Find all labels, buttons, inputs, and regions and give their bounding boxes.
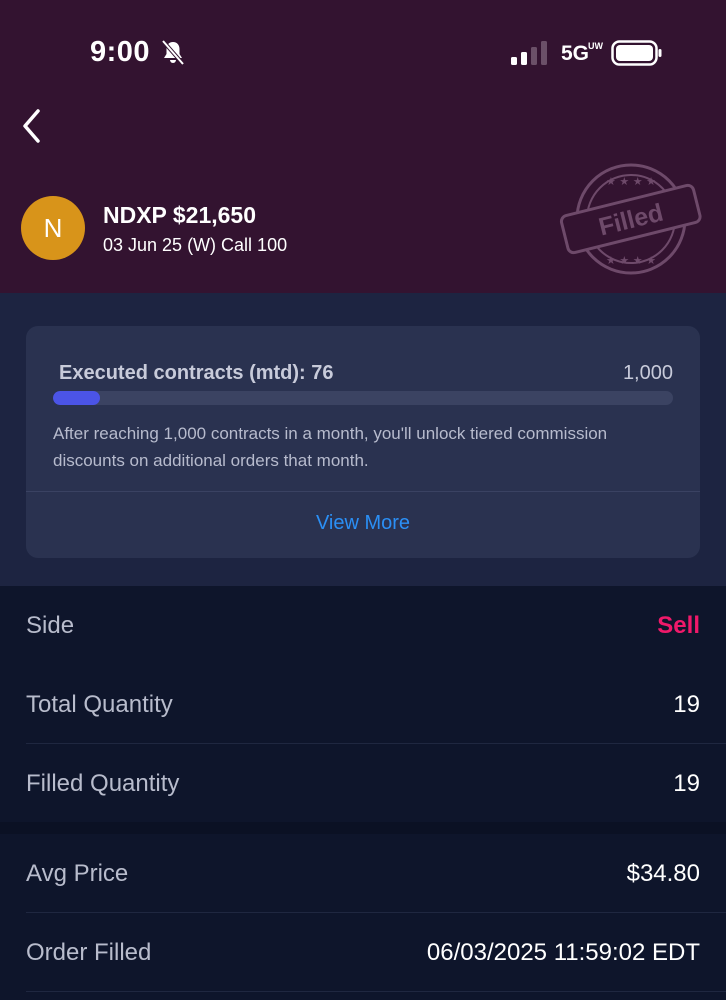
- filled-stamp-icon: ★ ★ ★ ★ ★ ★ ★ ★ Filled: [559, 163, 702, 275]
- fill-details-group: Avg Price $34.80 Order Filled 06/03/2025…: [0, 834, 726, 1000]
- chevron-left-icon[interactable]: [20, 106, 46, 146]
- detail-label: Avg Price: [26, 859, 129, 887]
- divider: [26, 491, 700, 492]
- svg-text:★ ★ ★ ★: ★ ★ ★ ★: [606, 254, 656, 267]
- ticker-title: NDXP $21,650: [103, 202, 257, 228]
- detail-label: Total Quantity: [26, 690, 173, 718]
- commission-progress-card: Executed contracts (mtd): 76 1,000 After…: [26, 326, 700, 558]
- progress-track: [53, 391, 673, 405]
- order-details-group: Side Sell Total Quantity 19 Filled Quant…: [0, 586, 726, 822]
- detail-value: 19: [673, 769, 700, 797]
- bell-slash-icon: [161, 39, 185, 66]
- commission-progress-section: Executed contracts (mtd): 76 1,000 After…: [0, 293, 726, 586]
- side-value: Sell: [657, 611, 700, 639]
- section-gap: [0, 822, 726, 834]
- network-label: 5G: [561, 42, 590, 65]
- view-more-link[interactable]: View More: [26, 512, 700, 535]
- order-header: 9:00 5G UW N NDXP $21,650 03 Jun 25 (W) …: [0, 0, 726, 293]
- status-time: 9:00: [90, 36, 151, 68]
- detail-row-total-quantity: Total Quantity 19: [26, 665, 700, 744]
- detail-row-filled-quantity: Filled Quantity 19: [26, 744, 700, 823]
- svg-text:★ ★ ★ ★: ★ ★ ★ ★: [606, 175, 656, 188]
- commission-description: After reaching 1,000 contracts in a mont…: [53, 424, 608, 470]
- detail-label: Filled Quantity: [26, 769, 180, 797]
- battery-icon: [611, 40, 662, 66]
- detail-value: 19: [673, 690, 700, 718]
- contract-subtitle: 03 Jun 25 (W) Call 100: [103, 235, 288, 255]
- detail-row-order-filled: Order Filled 06/03/2025 11:59:02 EDT: [26, 913, 700, 992]
- progress-fill: [53, 391, 101, 405]
- avatar: N: [21, 196, 85, 260]
- detail-value: 06/03/2025 11:59:02 EDT: [426, 938, 700, 966]
- network-sub-label: UW: [588, 41, 603, 51]
- detail-label: Side: [26, 611, 75, 639]
- detail-value: $34.80: [626, 859, 700, 887]
- divider: [26, 991, 726, 992]
- detail-row-avg-price: Avg Price $34.80: [26, 834, 700, 913]
- detail-label: Order Filled: [26, 938, 152, 966]
- executed-contracts-label: Executed contracts (mtd): 76: [59, 362, 334, 384]
- executed-contracts-max: 1,000: [622, 362, 673, 384]
- signal-icon: [511, 41, 547, 65]
- detail-row-side: Side Sell: [26, 586, 700, 665]
